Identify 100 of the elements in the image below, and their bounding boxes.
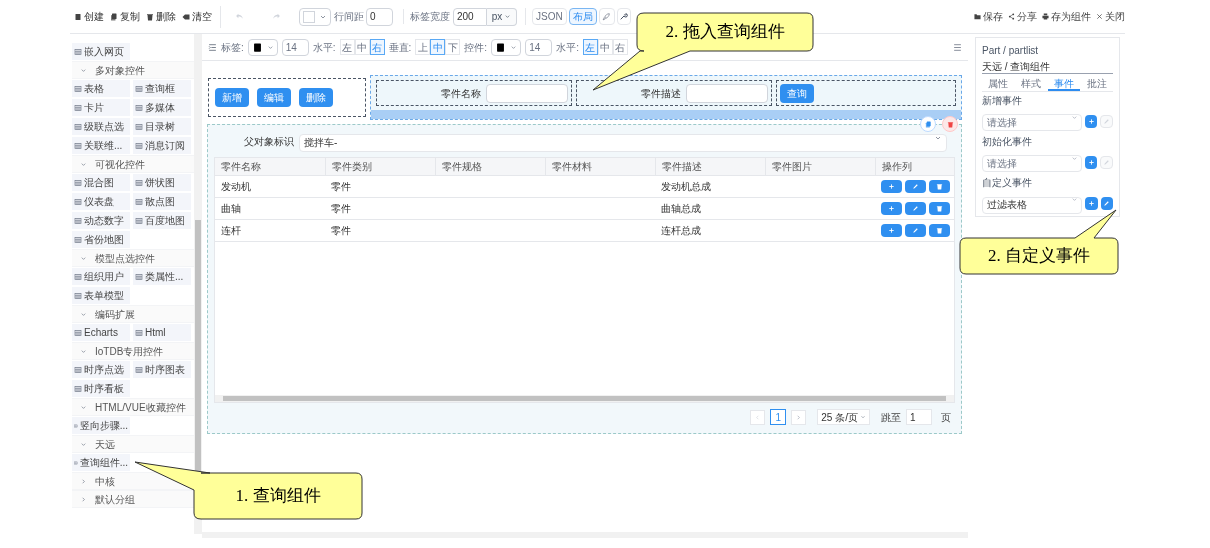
align-toggle[interactable]: 右 [612,39,628,55]
group-header[interactable]: 默认分组 [72,490,194,508]
sidebar-item[interactable]: 卡片 [72,99,130,116]
sidebar-item[interactable]: 目录树 [133,118,191,135]
delete-button[interactable] [929,224,950,237]
menu-button[interactable] [953,42,962,52]
sidebar-item[interactable]: 查询组件... [72,454,130,471]
sidebar-item[interactable]: 嵌入网页 [72,43,130,60]
trash-icon [946,120,954,128]
horizontal-scrollbar[interactable] [215,395,954,403]
color-picker[interactable] [491,38,522,56]
align-toggle[interactable]: 下 [445,39,461,55]
query-input[interactable] [486,83,568,103]
align-toggle[interactable]: 上 [415,39,431,55]
add-button[interactable] [881,180,902,193]
sidebar-item[interactable]: 省份地图 [72,231,130,248]
sidebar-item[interactable]: 饼状图 [133,174,191,191]
sidebar-item[interactable]: 时序点选 [72,361,130,378]
field-label: 标签: [221,40,244,55]
font-size-field[interactable]: 14 [525,38,553,56]
align-toggle[interactable]: 中 [354,39,370,55]
query-input[interactable] [686,83,768,103]
add-button[interactable] [881,224,902,237]
sidebar-item[interactable]: 散点图 [133,193,191,210]
line-spacing-field[interactable]: 0 [366,7,393,26]
field-label: 水平: [312,40,336,55]
color-picker[interactable] [247,38,278,56]
edit-button[interactable] [905,224,926,237]
trash-icon [936,205,943,212]
component-name-field[interactable]: 天远 / 查询组件 [982,60,1113,74]
add-button[interactable] [1084,114,1098,128]
toolbar-button[interactable]: 创建 [74,9,104,24]
widget-icon [135,103,143,112]
panel-tab[interactable]: 批注 [1080,76,1113,91]
edit-button[interactable] [905,180,926,193]
label-width-field[interactable]: 200 [453,7,487,26]
wrench-button[interactable] [616,8,631,25]
chevron-left-icon [754,413,762,421]
sidebar-item[interactable]: 查询框 [133,80,191,97]
toolbar-button[interactable]: 分享 [1008,9,1037,24]
color-picker[interactable] [299,7,331,26]
group-header[interactable]: 多对象控件 [72,61,194,79]
sidebar-item[interactable]: 表单模型 [72,287,130,304]
align-toggle[interactable]: 左 [339,39,355,55]
delete-button[interactable] [929,202,950,215]
event-select[interactable]: 请选择 [982,114,1082,131]
field-label: 零件描述 [641,86,681,101]
view-toggle[interactable]: JSON [532,8,567,25]
sidebar-item[interactable]: 混合图 [72,174,130,191]
printer-icon [1042,13,1049,20]
group-header[interactable]: 可视化控件 [72,155,194,173]
panel-tab[interactable]: 样式 [1014,76,1048,91]
align-toggle[interactable]: 中 [597,39,613,55]
widget-icon [135,328,143,337]
toolbar-button[interactable]: 关闭 [1096,9,1125,24]
add-button[interactable] [1084,155,1098,169]
sidebar-item[interactable]: 消息订阅 [133,137,191,154]
toolbar-button[interactable]: 存为组件 [1042,9,1091,24]
toolbar-button[interactable]: 保存 [974,9,1003,24]
chevron-down-icon [80,254,87,262]
delete-button[interactable] [929,180,950,193]
widget-icon [74,141,82,150]
scrollbar[interactable] [194,34,202,534]
sidebar-item[interactable]: 类属性... [133,268,191,285]
sidebar-item[interactable]: 百度地图 [133,212,191,229]
sidebar-item[interactable]: 动态数字 [72,212,130,229]
toolbar-button[interactable]: 删除 [146,9,176,24]
group-header[interactable]: HTML/VUE收藏控件 [72,398,194,416]
edit-button[interactable] [1100,196,1113,210]
group-header[interactable]: IoTDB专用控件 [72,342,194,360]
sidebar-item[interactable]: 时序图表 [133,361,191,378]
toolbar-button[interactable]: 清空 [182,9,212,24]
sidebar-item[interactable]: 组织用户 [72,268,130,285]
sidebar-item[interactable]: 级联点选 [72,118,130,135]
sidebar-item[interactable]: 多媒体 [133,99,191,116]
sidebar-item[interactable]: 时序看板 [72,380,130,397]
add-button[interactable] [1085,196,1098,210]
trash-icon [936,227,943,234]
event-select[interactable]: 请选择 [982,155,1082,172]
panel-tab[interactable]: 属性 [982,76,1015,91]
page-jump-field[interactable]: 1 [906,409,932,426]
group-header[interactable]: 编码扩展 [72,305,194,323]
widget-icon [135,216,143,225]
unit-select[interactable]: px [487,7,517,26]
font-size-field[interactable]: 14 [281,38,309,56]
sidebar-item[interactable]: 仪表盘 [72,193,130,210]
panel-tab[interactable]: 事件 [1047,76,1081,91]
edit-button[interactable] [905,202,926,215]
sidebar-item[interactable]: Html [133,324,191,341]
sidebar-item[interactable]: 表格 [72,80,130,97]
group-header[interactable]: 模型点选控件 [72,249,194,267]
sidebar-item[interactable]: Echarts [72,324,130,341]
toolbar-button[interactable]: 复制 [110,9,140,24]
add-button[interactable] [881,202,902,215]
sidebar-item[interactable]: 竖向步骤... [72,417,130,434]
page-size-select[interactable]: 25 条/页 [817,409,870,426]
group-header[interactable]: 天远 [72,435,194,453]
event-select[interactable]: 过滤表格 [982,196,1082,214]
parent-select[interactable]: 搅拌车- [299,134,947,152]
sidebar-item[interactable]: 关联维... [72,137,130,154]
